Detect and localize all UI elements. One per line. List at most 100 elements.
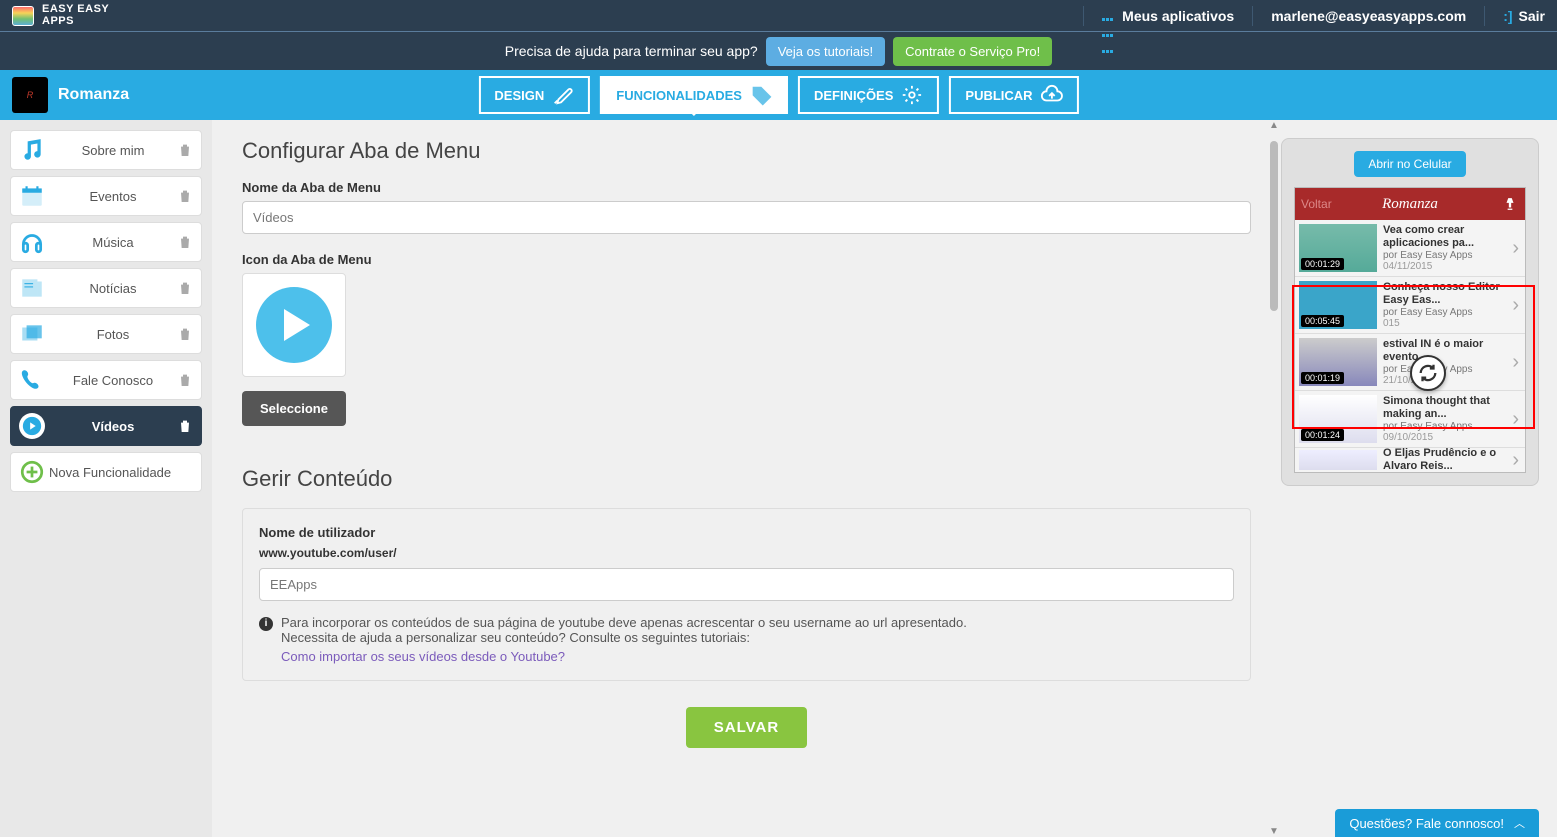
cloud-upload-icon bbox=[1041, 84, 1063, 106]
youtube-url-prefix: www.youtube.com/user/ bbox=[259, 546, 1234, 560]
sidebar-new-button[interactable]: Nova Funcionalidade bbox=[10, 452, 202, 492]
scrollbar-thumb[interactable] bbox=[1270, 141, 1278, 311]
app-icon[interactable]: R bbox=[12, 77, 48, 113]
youtube-panel: Nome de utilizador www.youtube.com/user/… bbox=[242, 508, 1251, 681]
video-thumbnail: 00:01:19 bbox=[1299, 338, 1377, 386]
video-row[interactable]: 00:05:45 Conheça nosso Editor Easy Eas..… bbox=[1295, 277, 1525, 334]
sidebar-item-noticias[interactable]: Notícias bbox=[10, 268, 202, 308]
lamp-icon bbox=[1503, 197, 1517, 211]
nav-bar: R Romanza DESIGN FUNCIONALIDADES DEFINIÇ… bbox=[0, 70, 1557, 120]
newspaper-icon bbox=[19, 275, 45, 301]
sidebar-new-label: Nova Funcionalidade bbox=[49, 465, 193, 480]
select-icon-button[interactable]: Seleccione bbox=[242, 391, 346, 426]
tab-name-label: Nome da Aba de Menu bbox=[242, 180, 1251, 195]
video-title: Simona thought that making an... bbox=[1383, 395, 1506, 420]
video-thumbnail: 00:05:45 bbox=[1299, 281, 1377, 329]
tab-funcionalidades[interactable]: FUNCIONALIDADES bbox=[600, 76, 788, 114]
my-apps-link[interactable]: Meus aplicativos bbox=[1102, 8, 1234, 24]
video-row[interactable]: 00:01:29 Vea como crear aplicaciones pa.… bbox=[1295, 220, 1525, 277]
video-row[interactable]: 00:01:24 Simona thought that making an..… bbox=[1295, 391, 1525, 448]
sidebar-item-label: Música bbox=[49, 235, 177, 250]
tutorials-button[interactable]: Veja os tutoriais! bbox=[766, 37, 885, 66]
scrollbar[interactable]: ▲ ▼ bbox=[1269, 120, 1279, 837]
calendar-icon bbox=[19, 183, 45, 209]
brand-line1: EASY EASY bbox=[42, 4, 109, 16]
info-text-1: Para incorporar os conteúdos de sua pági… bbox=[281, 615, 967, 630]
trash-icon[interactable] bbox=[177, 372, 193, 388]
trash-icon[interactable] bbox=[177, 234, 193, 250]
video-row[interactable]: 00:01:19 estival IN é o maior evento... … bbox=[1295, 334, 1525, 391]
chevron-up-icon: ︿ bbox=[1514, 815, 1525, 831]
sidebar-item-label: Eventos bbox=[49, 189, 177, 204]
video-date: 04/11/2015 bbox=[1383, 261, 1506, 272]
sidebar-item-label: Sobre mim bbox=[49, 143, 177, 158]
grid-icon bbox=[1102, 9, 1116, 23]
video-author: por Easy Easy Apps bbox=[1383, 307, 1506, 318]
logo-icon bbox=[12, 6, 34, 26]
sidebar-item-label: Fale Conosco bbox=[49, 373, 177, 388]
content-area: Configurar Aba de Menu Nome da Aba de Me… bbox=[212, 120, 1281, 837]
tab-name-input[interactable] bbox=[242, 201, 1251, 234]
refresh-icon bbox=[1417, 362, 1439, 384]
sidebar-item-videos[interactable]: Vídeos bbox=[10, 406, 202, 446]
video-thumbnail bbox=[1299, 450, 1377, 470]
chat-label: Questões? Fale connosco! bbox=[1349, 816, 1504, 831]
open-mobile-button[interactable]: Abrir no Celular bbox=[1354, 151, 1465, 177]
sidebar-item-fale-conosco[interactable]: Fale Conosco bbox=[10, 360, 202, 400]
video-thumbnail: 00:01:24 bbox=[1299, 395, 1377, 443]
brush-icon bbox=[552, 84, 574, 106]
youtube-import-link[interactable]: Como importar os seus vídeos desde o You… bbox=[281, 649, 565, 664]
tab-design[interactable]: DESIGN bbox=[478, 76, 590, 114]
info-icon: i bbox=[259, 617, 273, 631]
sidebar-item-fotos[interactable]: Fotos bbox=[10, 314, 202, 354]
user-email[interactable]: marlene@easyeasyapps.com bbox=[1271, 8, 1466, 24]
tab-publicar[interactable]: PUBLICAR bbox=[949, 76, 1078, 114]
chevron-right-icon: › bbox=[1512, 351, 1521, 374]
trash-icon[interactable] bbox=[177, 418, 193, 434]
trash-icon[interactable] bbox=[177, 280, 193, 296]
phone-back-button[interactable]: Voltar bbox=[1301, 197, 1332, 211]
gear-icon bbox=[901, 84, 923, 106]
tab-definicoes[interactable]: DEFINIÇÕES bbox=[798, 76, 939, 114]
video-author: por Easy Easy Apps bbox=[1383, 250, 1506, 261]
video-title: estival IN é o maior evento... bbox=[1383, 338, 1506, 363]
video-date: 015 bbox=[1383, 318, 1506, 329]
brand-line2: APPS bbox=[42, 16, 109, 28]
phone-preview-panel: Abrir no Celular Voltar Romanza 00:01:29… bbox=[1281, 138, 1539, 486]
refresh-button[interactable] bbox=[1410, 355, 1446, 391]
video-duration: 00:01:29 bbox=[1301, 258, 1344, 270]
help-bar: Precisa de ajuda para terminar seu app? … bbox=[0, 32, 1557, 70]
sidebar-item-musica[interactable]: Música bbox=[10, 222, 202, 262]
chevron-right-icon: › bbox=[1512, 294, 1521, 317]
chevron-right-icon: › bbox=[1512, 237, 1521, 260]
play-icon bbox=[256, 287, 332, 363]
video-title: Vea como crear aplicaciones pa... bbox=[1383, 224, 1506, 249]
logout-link[interactable]: :] Sair bbox=[1503, 8, 1545, 24]
username-label: Nome de utilizador bbox=[259, 525, 1234, 540]
video-title: Conheça nosso Editor Easy Eas... bbox=[1383, 281, 1506, 306]
trash-icon[interactable] bbox=[177, 326, 193, 342]
trash-icon[interactable] bbox=[177, 142, 193, 158]
chat-widget[interactable]: Questões? Fale connosco! ︿ bbox=[1335, 809, 1539, 837]
sidebar-item-sobre-mim[interactable]: Sobre mim bbox=[10, 130, 202, 170]
sidebar-item-eventos[interactable]: Eventos bbox=[10, 176, 202, 216]
trash-icon[interactable] bbox=[177, 188, 193, 204]
video-duration: 00:01:19 bbox=[1301, 372, 1344, 384]
save-button[interactable]: SALVAR bbox=[686, 707, 807, 748]
top-header: EASY EASY APPS Meus aplicativos marlene@… bbox=[0, 0, 1557, 32]
sidebar-item-label: Notícias bbox=[49, 281, 177, 296]
logout-icon: :] bbox=[1503, 8, 1512, 24]
phone-header: Voltar Romanza bbox=[1295, 188, 1525, 220]
youtube-user-input[interactable] bbox=[259, 568, 1234, 601]
video-thumbnail: 00:01:29 bbox=[1299, 224, 1377, 272]
play-circle-icon bbox=[19, 413, 45, 439]
headphones-icon bbox=[19, 229, 45, 255]
photos-icon bbox=[19, 321, 45, 347]
chevron-right-icon: › bbox=[1512, 408, 1521, 431]
video-duration: 00:05:45 bbox=[1301, 315, 1344, 327]
brand-logo[interactable]: EASY EASY APPS bbox=[12, 4, 109, 27]
video-title: O Eljas Prudêncio e o Alvaro Reis... bbox=[1383, 448, 1506, 472]
phone-icon bbox=[19, 367, 45, 393]
video-row[interactable]: O Eljas Prudêncio e o Alvaro Reis... › bbox=[1295, 448, 1525, 472]
hire-pro-button[interactable]: Contrate o Serviço Pro! bbox=[893, 37, 1052, 66]
